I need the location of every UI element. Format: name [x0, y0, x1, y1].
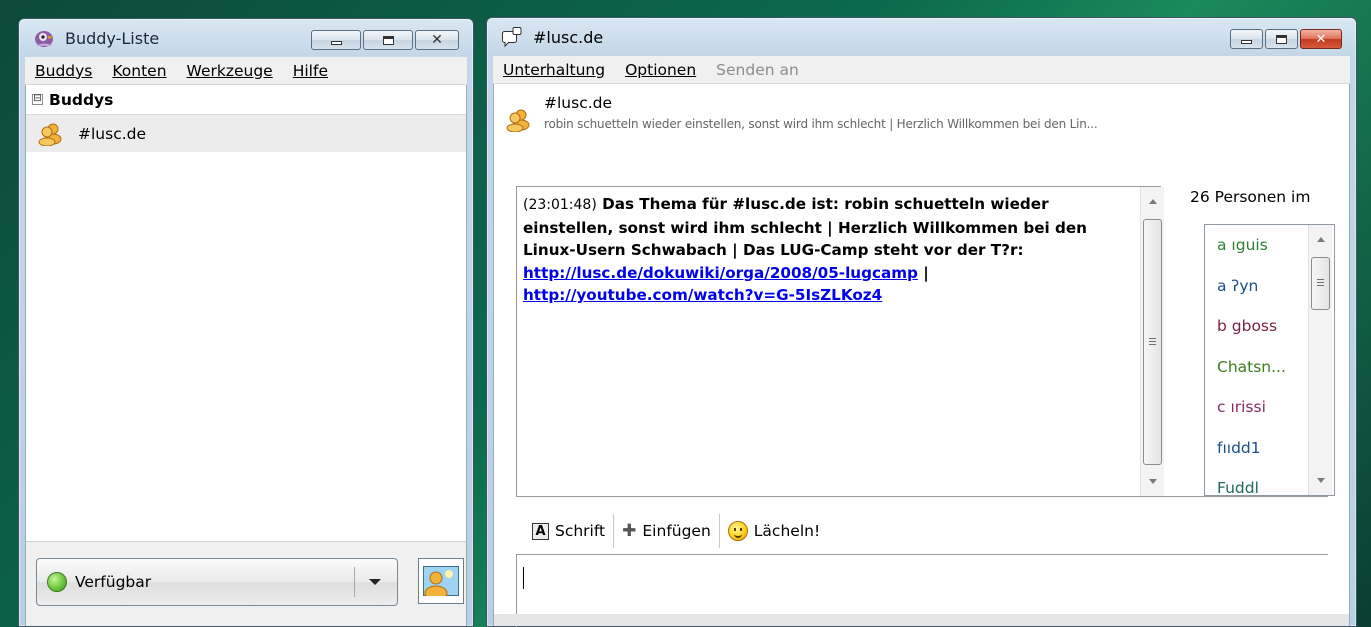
- menu-hilfe[interactable]: Hilfe: [283, 62, 338, 80]
- pane-divider[interactable]: [516, 496, 1328, 497]
- user-item[interactable]: Fuddl: [1205, 474, 1305, 496]
- status-available-icon: [47, 572, 67, 592]
- user-item[interactable]: c ırissi: [1205, 393, 1305, 434]
- minimize-icon: [1241, 40, 1252, 44]
- maximize-button[interactable]: [1265, 29, 1298, 49]
- window-bottom-edge: [494, 614, 1349, 626]
- insert-button[interactable]: ✚ Einfügen: [614, 514, 719, 548]
- minimize-button[interactable]: [311, 30, 361, 50]
- maximize-button[interactable]: [363, 30, 413, 50]
- log-message: Das Thema für #lusc.de ist: robin schuet…: [523, 195, 1087, 259]
- font-icon: A: [532, 522, 549, 540]
- status-bar: Verfügbar: [26, 541, 466, 626]
- conversation-topic: robin schuetteln wieder einstellen, sons…: [544, 117, 1098, 131]
- user-list-items: a ıguis a ʔyn b gboss Chatsn... c ırissi…: [1205, 231, 1305, 496]
- user-item[interactable]: a ʔyn: [1205, 272, 1305, 313]
- maximize-icon: [1276, 34, 1287, 44]
- buddy-list-titlebar[interactable]: Buddy-Liste ✕: [19, 19, 473, 57]
- conversation-panel: #lusc.de robin schuetteln wieder einstel…: [493, 84, 1350, 627]
- user-count-label: 26 Personen im: [1190, 188, 1311, 206]
- caption-buttons: ✕: [311, 30, 459, 50]
- buddy-list-panel: ⊟ Buddys #lusc.de Verfügbar: [25, 85, 467, 626]
- menu-label: Hilfe: [292, 61, 328, 80]
- scroll-thumb[interactable]: [1311, 257, 1330, 310]
- window-title: #lusc.de: [533, 27, 604, 47]
- pidgin-icon: [35, 31, 54, 47]
- chat-group-icon: [506, 109, 530, 132]
- message-log[interactable]: (23:01:48) Das Thema für #lusc.de ist: r…: [516, 186, 1164, 496]
- minimize-button[interactable]: [1230, 29, 1263, 49]
- scroll-up-icon[interactable]: [1317, 237, 1325, 242]
- buddy-name: #lusc.de: [78, 124, 147, 143]
- scroll-down-icon[interactable]: [1317, 478, 1325, 483]
- close-icon: ✕: [431, 32, 443, 48]
- text-caret: [523, 567, 524, 589]
- maximize-icon: [382, 35, 394, 45]
- avatar-icon: [423, 566, 459, 596]
- menu-buddys[interactable]: Buddys: [25, 62, 102, 80]
- user-item[interactable]: b gboss: [1205, 312, 1305, 353]
- menu-label: Buddys: [35, 61, 93, 80]
- menu-label: Konten: [112, 61, 167, 80]
- window-title: Buddy-Liste: [65, 28, 160, 48]
- buddy-list-window: Buddy-Liste ✕ Buddys Konten Werkzeuge Hi…: [18, 18, 474, 627]
- smiley-icon: [727, 521, 748, 541]
- user-list: a ıguis a ʔyn b gboss Chatsn... c ırissi…: [1204, 224, 1335, 496]
- grip-icon: [1317, 279, 1324, 280]
- menu-label: Werkzeuge: [186, 61, 273, 80]
- buddy-icon-button[interactable]: [418, 558, 464, 604]
- insert-label: Einfügen: [642, 522, 711, 540]
- font-button[interactable]: A Schrift: [524, 514, 613, 548]
- scroll-down-icon[interactable]: [1149, 479, 1157, 484]
- collapse-icon[interactable]: ⊟: [32, 94, 43, 105]
- group-row-buddys[interactable]: ⊟ Buddys: [26, 85, 466, 115]
- menu-label: Senden an: [716, 60, 799, 79]
- smile-label: Lächeln!: [753, 522, 821, 540]
- topic-link-lugcamp[interactable]: http://lusc.de/dokuwiki/orga/2008/05-lug…: [523, 264, 918, 282]
- conversation-menubar: Unterhaltung Optionen Senden an: [493, 56, 1350, 84]
- log-separator: |: [917, 263, 929, 282]
- chat-group-icon: [38, 123, 62, 146]
- conversation-name: #lusc.de: [544, 94, 613, 112]
- log-scrollbar[interactable]: [1140, 187, 1164, 496]
- status-selector[interactable]: Verfügbar: [36, 558, 398, 606]
- close-button[interactable]: ✕: [415, 30, 459, 50]
- user-list-scrollbar[interactable]: [1308, 225, 1332, 495]
- menu-label: Unterhaltung: [503, 60, 606, 79]
- minimize-icon: [330, 41, 342, 45]
- conversation-titlebar[interactable]: #lusc.de ✕: [487, 18, 1356, 56]
- scroll-thumb[interactable]: [1143, 219, 1162, 465]
- status-label: Verfügbar: [75, 573, 152, 591]
- chevron-down-icon[interactable]: [369, 579, 381, 585]
- scroll-up-icon[interactable]: [1149, 199, 1157, 204]
- close-icon: ✕: [1315, 31, 1327, 47]
- menu-optionen[interactable]: Optionen: [615, 61, 706, 79]
- conversation-header: #lusc.de robin schuetteln wieder einstel…: [506, 94, 1339, 142]
- menu-label: Optionen: [625, 60, 697, 79]
- log-timestamp: (23:01:48): [523, 197, 597, 213]
- buddy-menubar: Buddys Konten Werkzeuge Hilfe: [25, 57, 467, 85]
- menu-konten[interactable]: Konten: [102, 62, 176, 80]
- user-item[interactable]: a ıguis: [1205, 231, 1305, 272]
- chat-window-icon: [502, 27, 522, 48]
- caption-buttons: ✕: [1230, 29, 1342, 49]
- buddy-item-lusc[interactable]: #lusc.de: [26, 115, 466, 152]
- plus-icon: ✚: [622, 520, 637, 541]
- user-item[interactable]: Chatsn...: [1205, 353, 1305, 394]
- menu-senden-an: Senden an: [706, 61, 809, 79]
- conversation-window: #lusc.de ✕ Unterhaltung Optionen Senden …: [486, 17, 1357, 627]
- topic-link-youtube[interactable]: http://youtube.com/watch?v=G-5IsZLKoz4: [523, 286, 882, 304]
- menu-werkzeuge[interactable]: Werkzeuge: [177, 62, 283, 80]
- user-item[interactable]: fııdd1: [1205, 434, 1305, 475]
- grip-icon: [1149, 338, 1156, 339]
- format-toolbar: A Schrift ✚ Einfügen Lächeln!: [524, 514, 828, 548]
- smile-button[interactable]: Lächeln!: [720, 514, 828, 548]
- combo-divider: [354, 567, 355, 597]
- close-button[interactable]: ✕: [1300, 29, 1342, 49]
- menu-unterhaltung[interactable]: Unterhaltung: [493, 61, 615, 79]
- font-label: Schrift: [555, 522, 606, 540]
- log-entry: (23:01:48) Das Thema für #lusc.de ist: r…: [523, 193, 1123, 307]
- group-label: Buddys: [49, 90, 114, 109]
